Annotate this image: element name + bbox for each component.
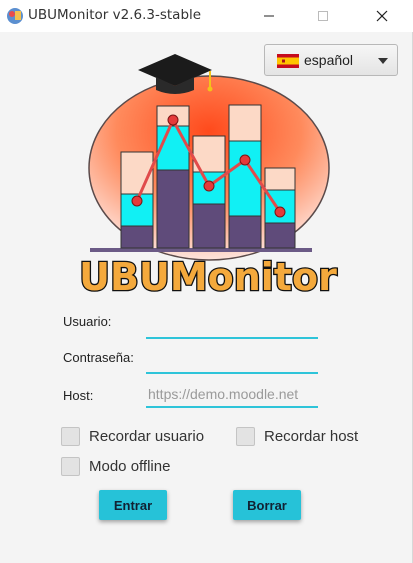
password-label: Contraseña: bbox=[63, 350, 134, 365]
title-bar: UBUMonitor v2.6.3-stable bbox=[0, 0, 413, 33]
close-icon bbox=[376, 10, 388, 22]
window-title: UBUMonitor v2.6.3-stable bbox=[28, 7, 202, 23]
remember-host-checkbox[interactable] bbox=[236, 427, 255, 446]
app-logo: UBUMonitor bbox=[78, 54, 338, 300]
chevron-down-icon bbox=[378, 58, 388, 64]
minimize-button[interactable] bbox=[246, 0, 292, 32]
host-input[interactable] bbox=[146, 382, 318, 408]
remember-host-option[interactable]: Recordar host bbox=[236, 427, 358, 446]
password-input[interactable] bbox=[146, 348, 318, 374]
host-label: Host: bbox=[63, 388, 94, 403]
remember-user-option[interactable]: Recordar usuario bbox=[61, 427, 204, 446]
offline-mode-checkbox[interactable] bbox=[61, 457, 80, 476]
logo-text: UBUMonitor bbox=[79, 255, 337, 299]
login-button[interactable]: Entrar bbox=[99, 490, 167, 520]
clear-button[interactable]: Borrar bbox=[233, 490, 301, 520]
remember-user-label: Recordar usuario bbox=[89, 428, 205, 445]
minimize-icon bbox=[264, 15, 274, 17]
close-button[interactable] bbox=[359, 0, 405, 32]
remember-user-checkbox[interactable] bbox=[61, 427, 80, 446]
app-icon bbox=[7, 8, 23, 24]
user-input[interactable] bbox=[146, 313, 318, 339]
offline-mode-option[interactable]: Modo offline bbox=[61, 457, 170, 476]
user-label: Usuario: bbox=[63, 314, 112, 329]
maximize-button[interactable] bbox=[300, 0, 346, 32]
remember-host-label: Recordar host bbox=[264, 428, 359, 445]
offline-mode-label: Modo offline bbox=[89, 458, 171, 475]
maximize-icon bbox=[318, 11, 328, 21]
